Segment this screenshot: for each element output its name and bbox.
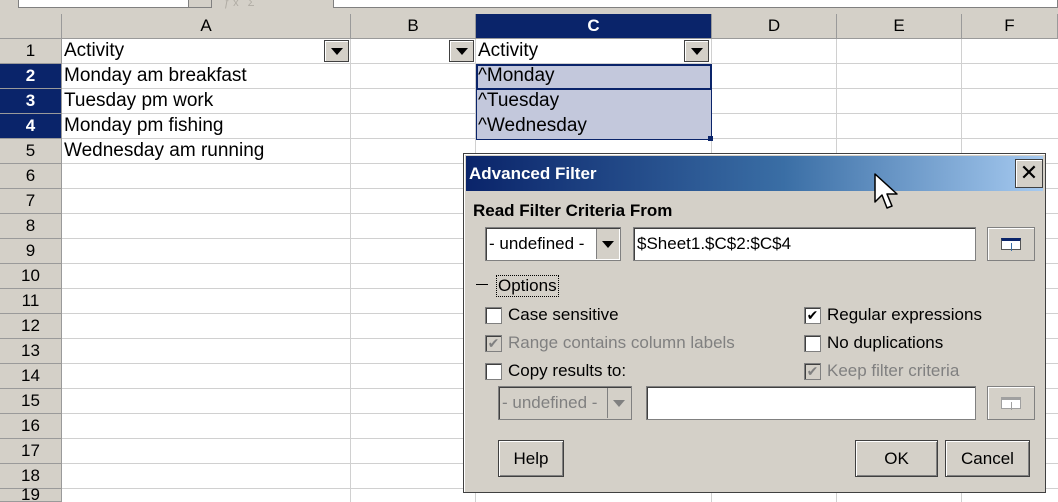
expander-collapse-icon <box>476 284 488 285</box>
name-box-dropdown[interactable] <box>188 0 212 8</box>
column-header-a[interactable]: A <box>62 14 351 39</box>
row-header-17[interactable]: 17 <box>0 439 62 464</box>
cell-c1[interactable]: Activity <box>476 39 681 64</box>
advanced-filter-dialog: Advanced Filter ✕ Read Filter Criteria F… <box>463 153 1046 493</box>
copy-shrink-dialog-button[interactable] <box>987 386 1035 420</box>
no-duplications-label: No duplications <box>827 333 944 352</box>
range-contains-labels-label: Range contains column labels <box>508 333 735 352</box>
range-contains-labels-checkbox[interactable]: ✔ Range contains column labels <box>485 333 735 353</box>
column-header-b[interactable]: B <box>351 14 476 39</box>
chevron-down-icon <box>330 47 343 55</box>
dialog-title: Advanced Filter <box>469 164 597 183</box>
copy-results-checkbox[interactable]: Copy results to: <box>485 361 626 381</box>
row-header-7[interactable]: 7 <box>0 189 62 214</box>
cell-c3[interactable]: ^Tuesday <box>476 89 712 114</box>
row-header-15[interactable]: 15 <box>0 389 62 414</box>
column-header-f[interactable]: F <box>962 14 1058 39</box>
row-header-9[interactable]: 9 <box>0 239 62 264</box>
row-header-10[interactable]: 10 <box>0 264 62 289</box>
chevron-down-icon <box>602 240 614 248</box>
ok-button[interactable]: OK <box>855 440 938 477</box>
cell-a4[interactable]: Monday pm fishing <box>62 114 350 139</box>
criteria-source-combo[interactable]: - undefined - <box>485 227 621 261</box>
criteria-range-field[interactable]: $Sheet1.$C$2:$C$4 <box>633 227 976 261</box>
chevron-down-icon <box>455 47 468 55</box>
regular-expressions-checkbox[interactable]: ✔ Regular expressions <box>804 305 982 325</box>
dialog-titlebar[interactable]: Advanced Filter ✕ <box>466 156 1043 191</box>
copy-results-combo[interactable]: - undefined - <box>498 386 632 420</box>
checkbox-box <box>804 334 821 352</box>
cell-a1[interactable]: Activity <box>62 39 322 64</box>
close-icon: ✕ <box>1019 160 1039 185</box>
mouse-pointer-icon <box>874 173 898 209</box>
cancel-button[interactable]: Cancel <box>945 440 1030 477</box>
cell-a3[interactable]: Tuesday pm work <box>62 89 350 114</box>
select-all-corner[interactable] <box>0 14 62 39</box>
autofilter-button-c[interactable] <box>684 40 709 62</box>
column-header-d[interactable]: D <box>712 14 837 39</box>
close-button[interactable]: ✕ <box>1015 159 1043 188</box>
gridline <box>350 39 351 502</box>
cell-c4[interactable]: ^Wednesday <box>476 114 712 139</box>
row-header-5[interactable]: 5 <box>0 139 62 164</box>
row-header-3[interactable]: 3 <box>0 89 62 114</box>
checkmark-icon: ✔ <box>804 306 821 324</box>
help-button[interactable]: Help <box>498 440 564 477</box>
chevron-down-icon <box>690 47 703 55</box>
formula-input[interactable] <box>333 0 1058 8</box>
shrink-icon <box>1001 238 1021 251</box>
row-header-4[interactable]: 4 <box>0 114 62 139</box>
row-header-2[interactable]: 2 <box>0 64 62 89</box>
autofilter-button-a[interactable] <box>324 40 349 62</box>
cell-c2[interactable]: ^Monday <box>476 64 712 89</box>
checkmark-icon: ✔ <box>804 362 821 380</box>
checkbox-box <box>485 306 502 324</box>
copy-results-range-field[interactable] <box>646 386 976 420</box>
formula-icons: ƒx Σ <box>224 0 258 9</box>
row-header-11[interactable]: 11 <box>0 289 62 314</box>
checkmark-icon: ✔ <box>485 334 502 352</box>
row-header-13[interactable]: 13 <box>0 339 62 364</box>
fill-handle[interactable] <box>708 136 713 141</box>
checkbox-box <box>485 362 502 380</box>
row-header-16[interactable]: 16 <box>0 414 62 439</box>
row-header-14[interactable]: 14 <box>0 364 62 389</box>
cell-a2[interactable]: Monday am breakfast <box>62 64 350 89</box>
row-header-19[interactable]: 19 <box>0 486 62 502</box>
row-header-8[interactable]: 8 <box>0 214 62 239</box>
row-header-6[interactable]: 6 <box>0 164 62 189</box>
shrink-icon <box>1001 397 1021 410</box>
combo-dropdown-button[interactable] <box>596 229 619 259</box>
shrink-dialog-button[interactable] <box>987 227 1035 261</box>
case-sensitive-checkbox[interactable]: Case sensitive <box>485 305 619 325</box>
copy-results-label: Copy results to: <box>508 361 627 380</box>
chevron-down-icon <box>613 399 625 407</box>
options-expander[interactable]: Options <box>476 275 626 297</box>
row-header-12[interactable]: 12 <box>0 314 62 339</box>
row-header-1[interactable]: 1 <box>0 39 62 64</box>
options-label: Options <box>496 275 559 297</box>
criteria-section-label: Read Filter Criteria From <box>473 201 673 220</box>
case-sensitive-label: Case sensitive <box>508 305 619 324</box>
keep-filter-criteria-checkbox[interactable]: ✔ Keep filter criteria <box>804 361 959 381</box>
column-header-c[interactable]: C <box>476 14 712 39</box>
name-box[interactable] <box>18 0 212 8</box>
combo-dropdown-button[interactable] <box>607 388 630 418</box>
formula-bar: ƒx Σ <box>0 0 1058 14</box>
column-header-e[interactable]: E <box>837 14 962 39</box>
regular-expressions-label: Regular expressions <box>827 305 982 324</box>
no-duplications-checkbox[interactable]: No duplications <box>804 333 943 353</box>
autofilter-button-b[interactable] <box>449 40 474 62</box>
keep-filter-criteria-label: Keep filter criteria <box>827 361 960 380</box>
cell-a5[interactable]: Wednesday am running <box>62 139 462 164</box>
